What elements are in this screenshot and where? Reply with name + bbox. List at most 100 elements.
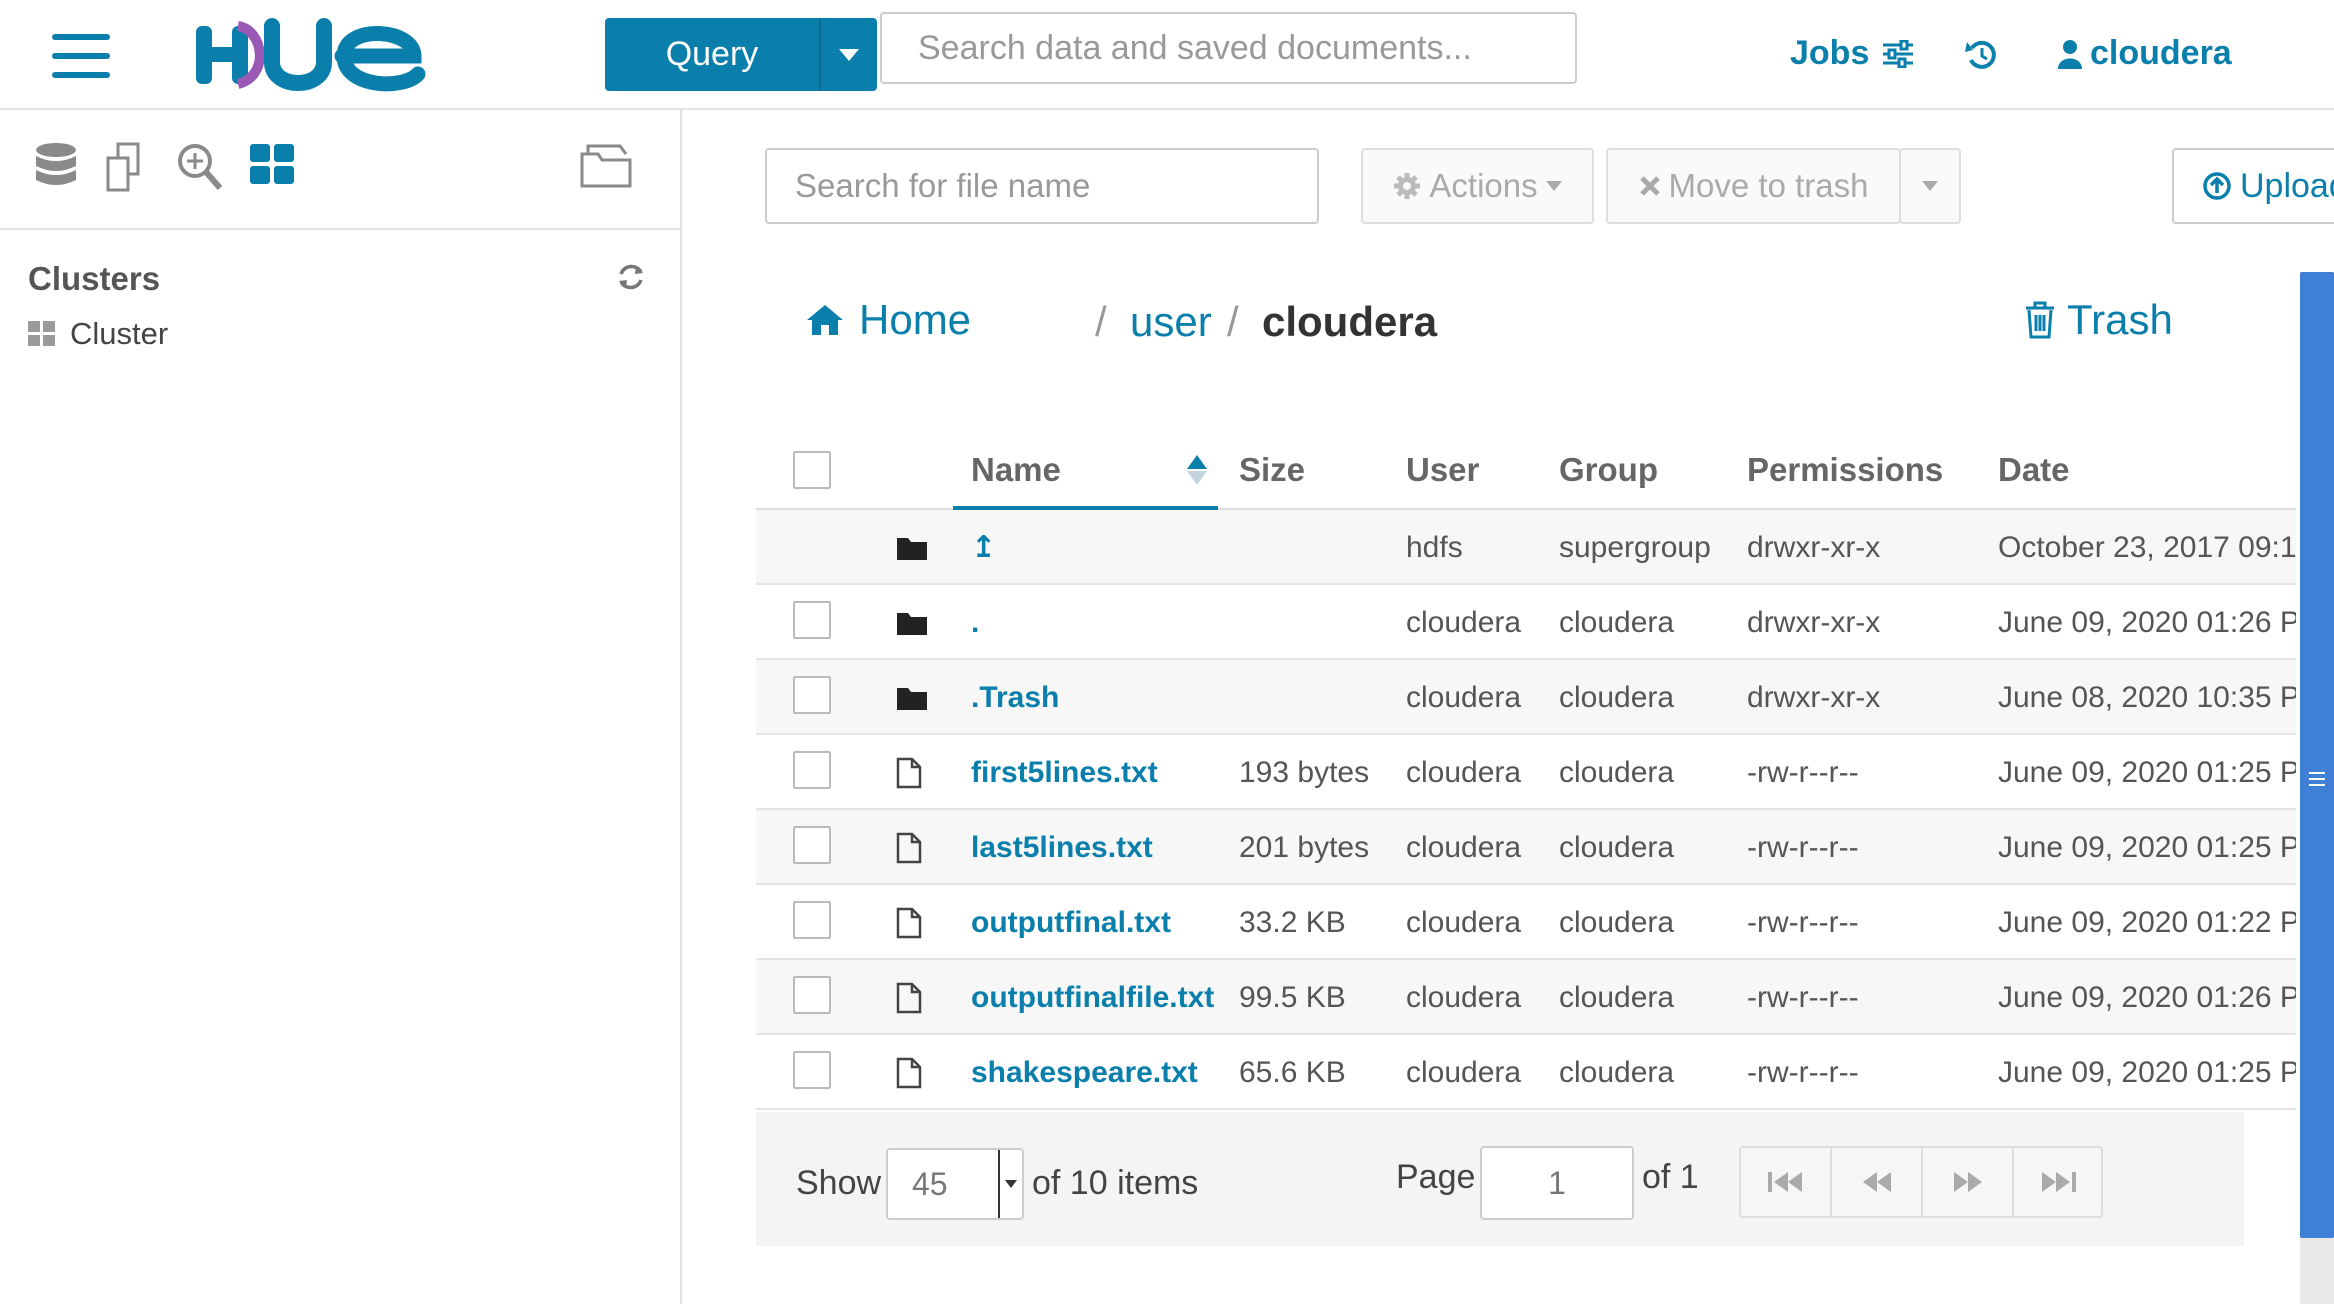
- file-name-link[interactable]: first5lines.txt: [971, 735, 1158, 810]
- caret-down-icon: [839, 48, 859, 61]
- column-header-user[interactable]: User: [1406, 430, 1479, 510]
- hamburger-menu-icon[interactable]: [52, 30, 114, 82]
- database-icon[interactable]: [34, 142, 78, 192]
- items-count-label: of 10 items: [1032, 1164, 1199, 1202]
- file-group: supergroup: [1559, 530, 1711, 564]
- column-header-name[interactable]: Name: [971, 430, 1061, 510]
- file-date: June 09, 2020 01:25 PM: [1998, 1055, 2296, 1089]
- trash-options-dropdown[interactable]: [1899, 148, 1961, 224]
- file-name-link[interactable]: outputfinal.txt: [971, 885, 1171, 960]
- file-permissions: drwxr-xr-x: [1747, 530, 1881, 564]
- open-folder-icon[interactable]: [580, 142, 634, 190]
- file-name-link[interactable]: .Trash: [971, 660, 1059, 735]
- file-date: June 09, 2020 01:25 PM: [1998, 755, 2296, 789]
- file-size: 99.5 KB: [1239, 980, 1346, 1014]
- file-permissions: -rw-r--r--: [1747, 830, 1859, 864]
- file-search-placeholder: Search for file name: [795, 167, 1091, 204]
- row-checkbox[interactable]: [793, 601, 831, 639]
- file-permissions: -rw-r--r--: [1747, 755, 1859, 789]
- file-date: June 08, 2020 10:35 PM: [1998, 680, 2296, 714]
- page-size-value: 45: [912, 1165, 948, 1202]
- refresh-icon[interactable]: [616, 262, 646, 292]
- file-group: cloudera: [1559, 830, 1675, 864]
- actions-button[interactable]: Actions: [1361, 148, 1594, 224]
- file-date: October 23, 2017 09:17: [1998, 530, 2296, 564]
- column-header-permissions[interactable]: Permissions: [1747, 430, 1943, 510]
- hue-logo[interactable]: [192, 16, 432, 96]
- scrollbar-thumb[interactable]: [2300, 272, 2334, 1238]
- table-row[interactable]: . cloudera cloudera drwxr-xr-x June 09, 2020…: [756, 585, 2296, 660]
- file-permissions: drwxr-xr-x: [1747, 605, 1881, 639]
- previous-page-icon[interactable]: [1832, 1148, 1923, 1216]
- global-search-input[interactable]: Search data and saved documents...: [880, 12, 1577, 84]
- close-icon: [1639, 176, 1660, 196]
- upload-button[interactable]: Upload: [2172, 148, 2334, 224]
- file-name-link[interactable]: last5lines.txt: [971, 810, 1153, 885]
- file-permissions: -rw-r--r--: [1747, 905, 1859, 939]
- file-user: cloudera: [1406, 905, 1522, 939]
- documents-icon[interactable]: [104, 142, 152, 192]
- user-menu[interactable]: cloudera: [2058, 34, 2232, 73]
- table-row[interactable]: last5lines.txt 201 bytes cloudera cloudera -…: [756, 810, 2296, 885]
- column-header-group[interactable]: Group: [1559, 430, 1658, 510]
- table-row[interactable]: shakespeare.txt 65.6 KB cloudera cloudera -r…: [756, 1035, 2296, 1110]
- cluster-item[interactable]: Cluster: [28, 316, 168, 352]
- file-icon: [896, 1035, 922, 1110]
- next-page-icon[interactable]: [1923, 1148, 2014, 1216]
- breadcrumb-home[interactable]: Home: [805, 296, 971, 344]
- file-user: cloudera: [1406, 755, 1522, 789]
- page-size-select[interactable]: 45: [886, 1148, 1024, 1220]
- file-date: June 09, 2020 01:26 PM: [1998, 980, 2296, 1014]
- query-button[interactable]: Query: [605, 18, 819, 91]
- breadcrumb-current: cloudera: [1262, 298, 1438, 345]
- zoom-search-icon[interactable]: [176, 142, 224, 192]
- sort-ascending-icon[interactable]: [1186, 430, 1208, 510]
- file-group: cloudera: [1559, 605, 1675, 639]
- file-permissions: -rw-r--r--: [1747, 1055, 1859, 1089]
- select-all-checkbox[interactable]: [793, 451, 831, 489]
- row-checkbox[interactable]: [793, 826, 831, 864]
- file-name-link[interactable]: .: [971, 585, 979, 660]
- table-row[interactable]: .Trash cloudera cloudera drwxr-xr-x June 08,…: [756, 660, 2296, 735]
- file-name-search-input[interactable]: Search for file name: [765, 148, 1319, 224]
- file-icon: [896, 885, 922, 960]
- global-search-placeholder: Search data and saved documents...: [918, 28, 1472, 67]
- row-checkbox[interactable]: [793, 1051, 831, 1089]
- table-header: Name Size User Group Permissions Date: [756, 430, 2296, 510]
- first-page-icon[interactable]: [1741, 1148, 1832, 1216]
- trash-link[interactable]: Trash: [2025, 296, 2173, 344]
- page-size-caret[interactable]: [998, 1150, 1022, 1218]
- top-navigation-bar: Query Search data and saved documents...…: [0, 0, 2334, 110]
- column-header-date[interactable]: Date: [1998, 430, 2070, 510]
- home-icon: [807, 305, 843, 335]
- file-name-link[interactable]: ↥: [971, 510, 996, 585]
- query-dropdown-toggle[interactable]: [819, 18, 877, 91]
- table-row[interactable]: ↥ hdfs supergroup drwxr-xr-x October 23, 201…: [756, 510, 2296, 585]
- file-icon: [896, 960, 922, 1035]
- actions-label: Actions: [1429, 167, 1538, 204]
- history-icon[interactable]: [1965, 38, 1999, 72]
- apps-grid-icon[interactable]: [250, 142, 296, 188]
- file-name-link[interactable]: outputfinalfile.txt: [971, 960, 1214, 1035]
- table-row[interactable]: first5lines.txt 193 bytes cloudera cloudera…: [756, 735, 2296, 810]
- table-row[interactable]: outputfinalfile.txt 99.5 KB cloudera cloude…: [756, 960, 2296, 1035]
- row-checkbox[interactable]: [793, 676, 831, 714]
- row-checkbox[interactable]: [793, 901, 831, 939]
- file-date: June 09, 2020 01:25 PM: [1998, 830, 2296, 864]
- row-checkbox[interactable]: [793, 976, 831, 1014]
- assist-panel-toolbar: [0, 110, 680, 230]
- jobs-link[interactable]: Jobs: [1790, 34, 1914, 73]
- last-page-icon[interactable]: [2014, 1148, 2101, 1216]
- jobs-label: Jobs: [1790, 34, 1870, 72]
- file-size: 201 bytes: [1239, 830, 1370, 864]
- table-row[interactable]: outputfinal.txt 33.2 KB cloudera cloudera -r…: [756, 885, 2296, 960]
- move-to-trash-button[interactable]: Move to trash: [1606, 148, 1901, 224]
- query-label: Query: [665, 35, 759, 73]
- file-name-link[interactable]: shakespeare.txt: [971, 1035, 1198, 1110]
- row-checkbox[interactable]: [793, 751, 831, 789]
- caret-down-icon: [1005, 1180, 1017, 1188]
- column-header-size[interactable]: Size: [1239, 430, 1305, 510]
- page-number-input[interactable]: 1: [1480, 1146, 1634, 1220]
- breadcrumb-user[interactable]: user: [1130, 298, 1212, 346]
- pagination-bar: Show 45 of 10 items Page 1 of 1: [756, 1112, 2244, 1246]
